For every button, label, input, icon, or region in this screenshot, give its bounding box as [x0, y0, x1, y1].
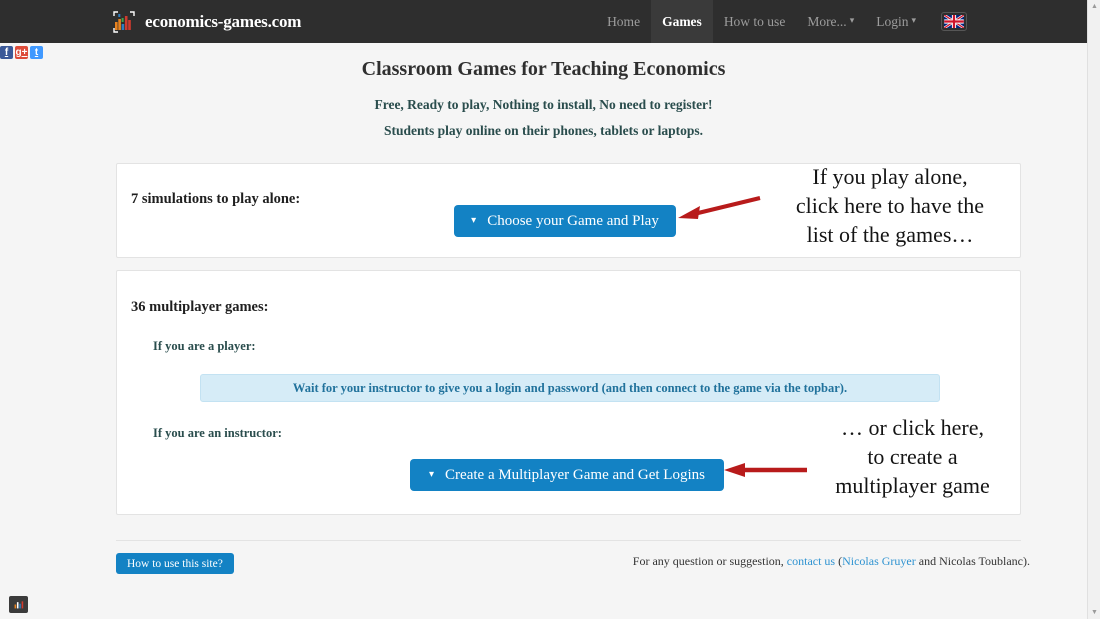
twitter-glyph: t [34, 46, 39, 58]
bar-chart-logo-icon [110, 8, 138, 36]
nav-item-home-label: Home [607, 14, 641, 29]
choose-game-button[interactable]: ▾ Choose your Game and Play [454, 205, 676, 237]
hero-subtitle-1: Free, Ready to play, Nothing to install,… [374, 97, 713, 112]
uk-flag-icon [944, 15, 964, 28]
player-instructions-box: Wait for your instructor to give you a l… [200, 374, 940, 402]
brand-logo-link[interactable]: economics-games.com [110, 8, 301, 36]
solo-games-heading: 7 simulations to play alone: [131, 191, 301, 207]
create-multiplayer-game-button-label: Create a Multiplayer Game and Get Logins [445, 466, 705, 483]
nav-item-login-label: Login [876, 14, 909, 29]
player-instructions-text: Wait for your instructor to give you a l… [292, 380, 848, 395]
how-to-use-site-button-label: How to use this site? [127, 557, 223, 570]
hero-subtitle-2: Students play online on their phones, ta… [383, 123, 704, 138]
nav-item-login[interactable]: Login ▾ [865, 0, 927, 43]
nav-item-more-label: More... [807, 14, 847, 29]
footer-text-after: and Nicolas Toublanc). [915, 554, 1030, 568]
red-arrow-left-icon [678, 196, 761, 219]
page-title: Classroom Games for Teaching Economics [361, 58, 726, 80]
scroll-down-arrow-icon[interactable]: ▼ [1088, 606, 1100, 619]
nav-item-how-to-use[interactable]: How to use [713, 0, 797, 43]
chevron-down-icon: ▾ [911, 15, 916, 25]
chevron-down-icon: ▾ [429, 469, 435, 480]
nav-item-more[interactable]: More... ▾ [796, 0, 865, 43]
nav-item-how-to-use-label: How to use [723, 14, 786, 29]
annotation-play-alone: If you play alone, click here to have th… [795, 164, 985, 248]
chevron-down-icon: ▾ [471, 215, 477, 226]
nicolas-gruyer-link[interactable]: Nicolas Gruyer [842, 554, 916, 568]
multiplayer-games-heading: 36 multiplayer games: [131, 299, 269, 315]
red-arrow-left-icon [724, 463, 807, 477]
facebook-glyph: f [4, 46, 9, 58]
site-logo-badge-icon[interactable] [9, 596, 28, 613]
create-multiplayer-game-button[interactable]: ▾ Create a Multiplayer Game and Get Logi… [410, 459, 724, 491]
language-selector-button[interactable] [941, 12, 967, 31]
nav-item-home[interactable]: Home [596, 0, 651, 43]
chevron-down-icon: ▾ [849, 15, 855, 25]
main-nav: Home Games How to use More... ▾ Login ▾ [596, 0, 967, 43]
footer-divider [116, 540, 1021, 541]
annotation-create-game: … or click here, to create a multiplayer… [835, 415, 990, 499]
scroll-up-arrow-icon[interactable]: ▲ [1088, 0, 1100, 13]
nav-item-games[interactable]: Games [651, 0, 713, 43]
how-to-use-site-button[interactable]: How to use this site? [116, 553, 234, 574]
page-root: economics-games.com Home Games How to us… [0, 0, 1100, 619]
player-section-label: If you are a player: [153, 339, 256, 353]
nav-item-games-label: Games [662, 14, 702, 29]
brand-name: economics-games.com [145, 11, 302, 31]
page-scrollbar[interactable]: ▲ ▼ [1087, 0, 1100, 619]
choose-game-button-label: Choose your Game and Play [487, 212, 659, 229]
footer-contact-text: For any question or suggestion, contact … [633, 554, 1030, 569]
google-plus-glyph: g+ [15, 46, 28, 58]
instructor-section-label: If you are an instructor: [153, 426, 282, 440]
footer-text-before: For any question or suggestion, [632, 554, 787, 568]
contact-us-link[interactable]: contact us [787, 554, 835, 568]
top-navigation-bar: economics-games.com Home Games How to us… [0, 0, 1087, 43]
